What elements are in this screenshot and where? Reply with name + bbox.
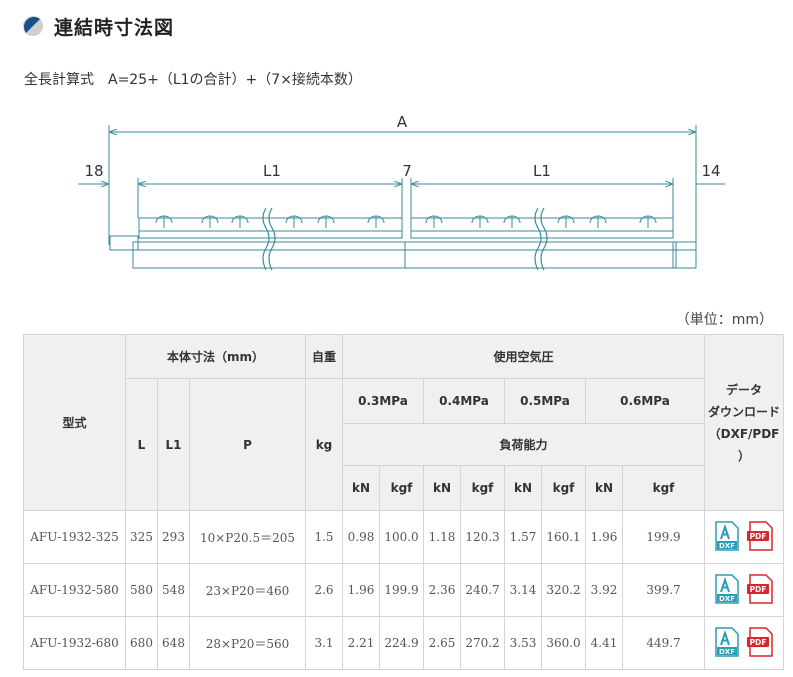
page-title: 連結時寸法図 [54, 16, 175, 39]
cell-kn-06: 3.92 [585, 563, 623, 617]
pdf-file-icon: PDF [747, 573, 773, 604]
cell-kn-04: 2.65 [423, 616, 461, 670]
header-kgf: kgf [541, 465, 586, 511]
header-weight: 自重 [305, 334, 343, 379]
cell-kgf-05: 320.2 [541, 563, 586, 617]
cell-download: DXF PDF [704, 563, 784, 617]
header-download: データ ダウンロード （DXF/PDF） [704, 334, 784, 511]
cell-l1: 293 [157, 510, 190, 564]
header-kn: kN [423, 465, 461, 511]
cell-kgf-04: 270.2 [460, 616, 505, 670]
header-model: 型式 [23, 334, 126, 511]
header-kgf: kgf [460, 465, 505, 511]
cell-p: 23×P20＝460 [189, 563, 306, 617]
dxf-badge: DXF [719, 648, 735, 656]
pdf-file-icon: PDF [747, 520, 773, 551]
cell-kg: 1.5 [305, 510, 343, 564]
table-row: AFU-1932-580 580 548 23×P20＝460 2.6 1.96 199.9… [23, 563, 784, 617]
cell-model: AFU-1932-580 [23, 563, 126, 617]
cell-model: AFU-1932-325 [23, 510, 126, 564]
cell-kn-05: 3.53 [504, 616, 542, 670]
dxf-badge: DXF [719, 542, 735, 550]
cell-kn-06: 4.41 [585, 616, 623, 670]
header-load-capacity: 負荷能力 [342, 423, 705, 466]
length-formula: 全長計算式 A=25+（L1の合計）+（7×接続本数） [24, 72, 362, 88]
cell-kn-04: 2.36 [423, 563, 461, 617]
dim-18-label: 18 [84, 162, 103, 180]
dxf-badge: DXF [719, 595, 735, 603]
cell-kg: 3.1 [305, 616, 343, 670]
cell-kgf-03: 224.9 [379, 616, 424, 670]
header-kgf: kgf [622, 465, 705, 511]
cell-p: 10×P20.5＝205 [189, 510, 306, 564]
cell-kn-03: 2.21 [342, 616, 380, 670]
pdf-badge: PDF [750, 585, 767, 594]
cell-kgf-06: 399.7 [622, 563, 705, 617]
header-0-6mpa: 0.6MPa [585, 378, 705, 424]
pdf-download-button[interactable]: PDF [747, 573, 773, 607]
dim-l1-right-label: L1 [533, 162, 551, 180]
dim-7-label: 7 [402, 162, 412, 180]
cell-kgf-03: 199.9 [379, 563, 424, 617]
table-row: AFU-1932-680 680 648 28×P20＝560 3.1 2.21 224.9… [23, 616, 784, 670]
dim-l1-left-label: L1 [263, 162, 281, 180]
cell-kgf-05: 160.1 [541, 510, 586, 564]
cell-l: 680 [125, 616, 158, 670]
header-kg: kg [305, 378, 343, 511]
header-0-5mpa: 0.5MPa [504, 378, 586, 424]
section-heading: 連結時寸法図 [22, 10, 174, 42]
cell-l1: 648 [157, 616, 190, 670]
dxf-download-button[interactable]: DXF [715, 520, 739, 554]
dxf-file-icon: DXF [715, 573, 739, 604]
cell-kgf-06: 199.9 [622, 510, 705, 564]
pdf-badge: PDF [750, 532, 767, 541]
header-l1: L1 [157, 378, 190, 511]
header-kgf: kgf [379, 465, 424, 511]
dxf-file-icon: DXF [715, 520, 739, 551]
dxf-file-icon: DXF [715, 626, 739, 657]
header-body-size: 本体寸法（mm） [125, 334, 306, 379]
spec-table: 型式 本体寸法（mm） 自重 使用空気圧 データ ダウンロード （DXF/PDF） … [23, 334, 784, 670]
header-p: P [189, 378, 306, 511]
dim-a-label: A [397, 113, 408, 131]
header-kn: kN [585, 465, 623, 511]
cell-model: AFU-1932-680 [23, 616, 126, 670]
cell-kn-03: 1.96 [342, 563, 380, 617]
dxf-download-button[interactable]: DXF [715, 626, 739, 660]
dimension-drawing: A 18 L1 7 L1 14 [78, 113, 725, 271]
cell-download: DXF PDF [704, 510, 784, 564]
header-0-3mpa: 0.3MPa [342, 378, 424, 424]
dim-14-label: 14 [701, 162, 720, 180]
header-kn: kN [342, 465, 380, 511]
cell-kn-04: 1.18 [423, 510, 461, 564]
cell-kgf-05: 360.0 [541, 616, 586, 670]
header-0-4mpa: 0.4MPa [423, 378, 505, 424]
cell-l: 580 [125, 563, 158, 617]
pdf-download-button[interactable]: PDF [747, 626, 773, 660]
cell-p: 28×P20＝560 [189, 616, 306, 670]
header-l: L [125, 378, 158, 511]
unit-note: （単位：mm） [675, 312, 773, 328]
cell-kgf-04: 120.3 [460, 510, 505, 564]
header-kn: kN [504, 465, 542, 511]
cell-kgf-03: 100.0 [379, 510, 424, 564]
cell-kgf-06: 449.7 [622, 616, 705, 670]
cell-kn-05: 3.14 [504, 563, 542, 617]
heading-circle-icon [23, 16, 43, 36]
cell-kn-03: 0.98 [342, 510, 380, 564]
dxf-download-button[interactable]: DXF [715, 573, 739, 607]
cell-kn-06: 1.96 [585, 510, 623, 564]
cell-kg: 2.6 [305, 563, 343, 617]
cell-kgf-04: 240.7 [460, 563, 505, 617]
pdf-file-icon: PDF [747, 626, 773, 657]
cell-l1: 548 [157, 563, 190, 617]
header-pressure: 使用空気圧 [342, 334, 705, 379]
pdf-badge: PDF [750, 638, 767, 647]
cell-l: 325 [125, 510, 158, 564]
cell-download: DXF PDF [704, 616, 784, 670]
table-row: AFU-1932-325 325 293 10×P20.5＝205 1.5 0.98 100… [23, 510, 784, 564]
cell-kn-05: 1.57 [504, 510, 542, 564]
pdf-download-button[interactable]: PDF [747, 520, 773, 554]
